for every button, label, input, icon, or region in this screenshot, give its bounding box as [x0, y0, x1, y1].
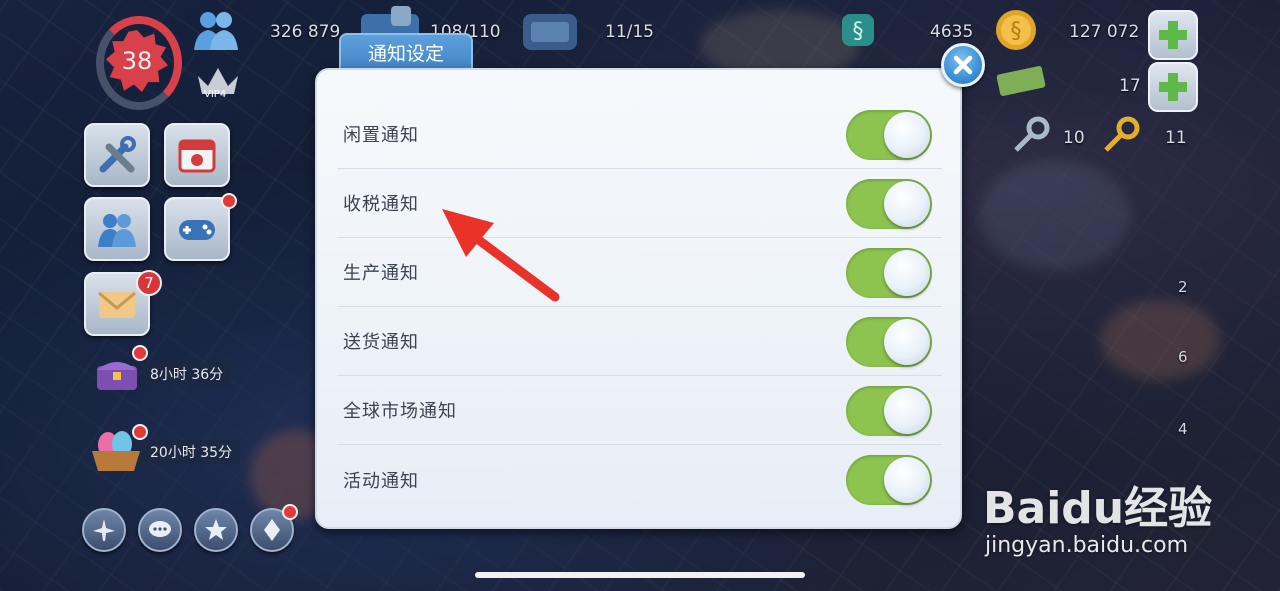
toggle-knob [884, 388, 930, 434]
calendar-button[interactable] [164, 123, 230, 187]
mail-count-badge: 7 [136, 270, 162, 296]
notification-row-event: 活动通知 [337, 445, 942, 514]
building-counter: 2 [1178, 278, 1188, 296]
trophy-icon [264, 519, 280, 541]
notification-label: 全球市场通知 [343, 401, 457, 422]
level-badge[interactable]: 38 [96, 16, 182, 110]
plus-icon [1159, 73, 1187, 101]
worker-building-icon[interactable] [517, 6, 583, 52]
notification-row-global-market: 全球市场通知 [337, 376, 942, 445]
basket-timer: 20小时 35分 [142, 440, 241, 464]
tools-icon [99, 136, 136, 173]
toggle-knob [884, 112, 930, 158]
notification-dot [282, 504, 298, 520]
notification-toggle[interactable] [846, 179, 932, 229]
games-button[interactable] [164, 197, 230, 261]
notification-settings-dialog: 闲置通知 收税通知 生产通知 送货通知 全球市场通知 活动通知 [315, 68, 962, 529]
baidu-watermark-logo: Baidu经验 [983, 483, 1213, 534]
notification-toggle[interactable] [846, 317, 932, 367]
notification-row-delivery: 送货通知 [337, 307, 942, 376]
notification-dot [132, 424, 148, 440]
baidu-watermark-url: jingyan.baidu.com [985, 533, 1189, 558]
coin-icon: § [994, 8, 1038, 52]
notification-label: 闲置通知 [343, 125, 419, 146]
annotation-arrow [442, 209, 560, 302]
buy-simcash-button[interactable] [1148, 62, 1198, 112]
notification-toggle[interactable] [846, 248, 932, 298]
star-icon [205, 519, 227, 540]
chat-bubble-icon [149, 521, 171, 537]
friends-button[interactable] [84, 197, 150, 261]
notification-dot [221, 193, 237, 209]
airplane-icon [93, 519, 115, 541]
notification-toggle[interactable] [846, 455, 932, 505]
platinum-key-count: 10 [1063, 128, 1085, 148]
svg-text:§: § [1011, 19, 1022, 44]
chat-button[interactable] [138, 508, 182, 552]
notification-label: 收税通知 [343, 194, 419, 215]
airport-button[interactable] [82, 508, 126, 552]
simcash-amount: 4635 [930, 22, 974, 42]
coin-amount: 127 072 [1069, 22, 1140, 42]
level-number: 38 [121, 47, 153, 75]
notification-toggle[interactable] [846, 110, 932, 160]
plus-icon [1159, 21, 1187, 49]
building-counter: 4 [1178, 420, 1188, 438]
buy-coins-button[interactable] [1148, 10, 1198, 60]
building-counter: 6 [1178, 348, 1188, 366]
vip-label: VIP4 [204, 89, 227, 100]
toggle-knob [884, 250, 930, 296]
worker-count: 11/15 [605, 22, 654, 42]
close-dialog-button[interactable] [941, 43, 985, 87]
toggle-knob [884, 319, 930, 365]
toggle-knob [884, 457, 930, 503]
friends-icon [98, 214, 136, 247]
golden-key-count: 11 [1165, 128, 1187, 148]
close-icon [953, 55, 973, 75]
population-count: 326 879 [270, 22, 341, 42]
toggle-knob [884, 181, 930, 227]
golden-key-icon [1098, 114, 1142, 158]
notification-toggle[interactable] [846, 386, 932, 436]
money-bills-icon [994, 60, 1048, 100]
dialog-title-tab: 通知设定 [339, 33, 473, 73]
population-icon [188, 8, 244, 52]
platinum-key-icon [1008, 114, 1052, 158]
settings-button[interactable] [84, 123, 150, 187]
notification-label: 活动通知 [343, 470, 419, 492]
notification-label: 生产通知 [343, 263, 419, 284]
simcash-icon: § [838, 10, 878, 50]
svg-text:§: § [853, 19, 864, 44]
notification-dot [132, 345, 148, 361]
calendar-icon [178, 139, 216, 173]
notification-row-idle: 闲置通知 [337, 100, 942, 169]
chest-timer: 8小时 36分 [142, 362, 232, 386]
favorites-button[interactable] [194, 508, 238, 552]
right-counter: 17 [1119, 76, 1141, 96]
gamepad-icon [179, 220, 215, 240]
notification-label: 送货通知 [343, 332, 419, 353]
mail-icon [98, 291, 136, 318]
home-indicator[interactable] [475, 572, 805, 578]
